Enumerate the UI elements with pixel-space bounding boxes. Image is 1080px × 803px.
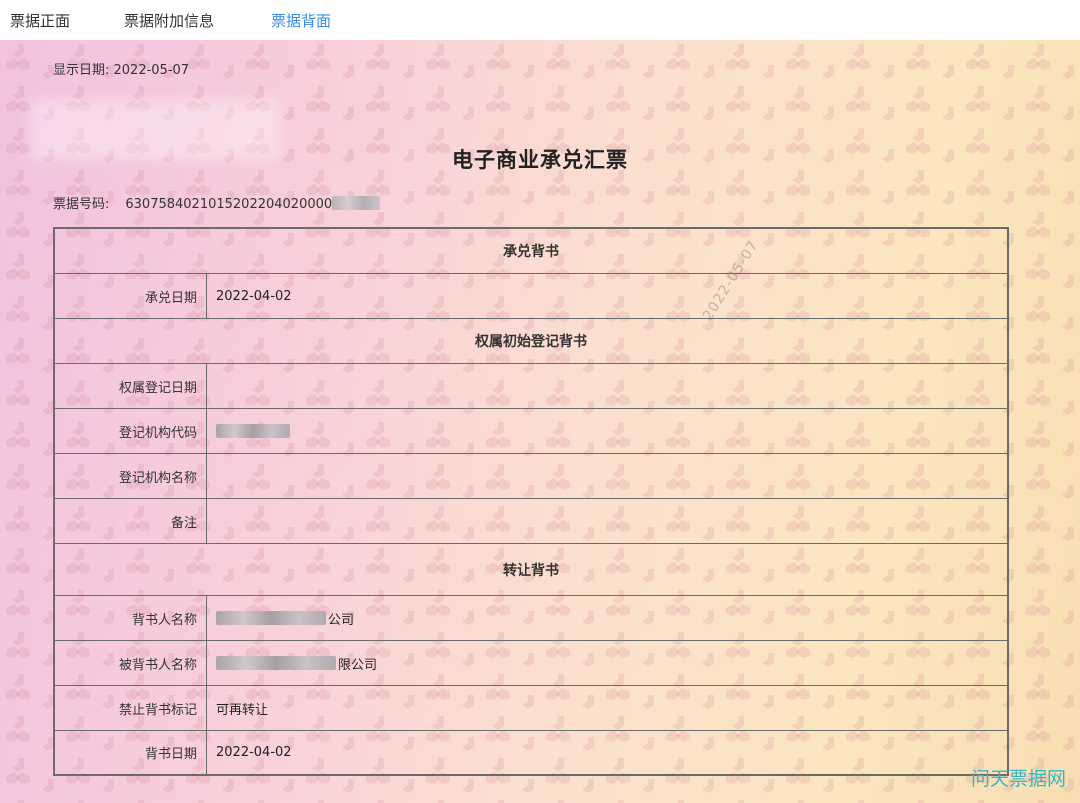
endorser-name: 公司	[328, 612, 355, 628]
section-heading: 转让背书	[503, 562, 559, 579]
section-header-acceptance: 承兑背书	[55, 229, 1007, 274]
table-row: 背书日期 2022-04-02	[55, 731, 1007, 774]
tab-bill-back[interactable]: 票据背面	[271, 10, 331, 31]
row-value	[216, 364, 997, 408]
row-label: 备注	[55, 499, 207, 543]
row-value	[216, 409, 997, 453]
row-label: 背书人名称	[55, 596, 207, 640]
table-row: 权属登记日期	[55, 364, 1007, 409]
section-header-transfer: 转让背书	[55, 544, 1007, 596]
bill-number-value: 6307584021015202204020000	[125, 197, 333, 212]
table-row: 登记机构代码	[55, 409, 1007, 454]
row-label: 禁止背书标记	[55, 686, 207, 730]
row-label: 登记机构代码	[55, 409, 207, 453]
table-row: 禁止背书标记 可再转让	[55, 686, 1007, 731]
table-row: 被背书人名称 限公司	[55, 641, 1007, 686]
row-value: 可再转让	[216, 702, 269, 718]
redaction-mask	[216, 424, 290, 438]
row-value: 2022-04-02	[216, 745, 292, 760]
row-value	[216, 499, 997, 543]
document-title: 电子商业承兑汇票	[452, 148, 628, 172]
table-row: 承兑日期 2022-04-02	[55, 274, 1007, 319]
section-heading: 权属初始登记背书	[475, 334, 587, 350]
redaction-mask	[216, 611, 326, 625]
row-label: 权属登记日期	[55, 364, 207, 408]
endorsee-name: 限公司	[338, 657, 378, 673]
row-label: 被背书人名称	[55, 641, 207, 685]
table-row: 背书人名称 公司	[55, 596, 1007, 641]
row-value: 公司	[216, 596, 997, 640]
row-label: 登记机构名称	[55, 454, 207, 498]
table-row: 备注	[55, 499, 1007, 544]
row-label: 背书日期	[55, 731, 207, 774]
redaction-mask	[216, 656, 336, 670]
bill-document: 显示日期: 2022-05-07 电子商业承兑汇票 票据号码: 630758402…	[0, 40, 1080, 803]
site-watermark: 问天票据网	[970, 768, 1066, 790]
tab-bill-additional-info[interactable]: 票据附加信息	[124, 10, 214, 31]
row-value: 限公司	[216, 641, 997, 685]
section-header-ownership: 权属初始登记背书	[55, 319, 1007, 364]
table-row: 登记机构名称	[55, 454, 1007, 499]
redaction-mask	[332, 196, 381, 210]
row-value	[216, 454, 997, 498]
bill-number: 票据号码: 6307584021015202204020000	[53, 193, 381, 212]
section-heading: 承兑背书	[503, 244, 559, 260]
tab-bill-front[interactable]: 票据正面	[10, 10, 70, 31]
tab-bar: 票据正面 票据附加信息 票据背面	[0, 0, 1080, 40]
row-label: 承兑日期	[55, 274, 207, 318]
bill-number-label: 票据号码:	[53, 197, 110, 212]
display-date: 显示日期: 2022-05-07	[53, 63, 190, 78]
row-value: 2022-04-02	[216, 288, 292, 304]
endorsement-table: 承兑背书 承兑日期 2022-04-02 权属初始登记背书 权属登记日期 登记机…	[53, 227, 1009, 776]
